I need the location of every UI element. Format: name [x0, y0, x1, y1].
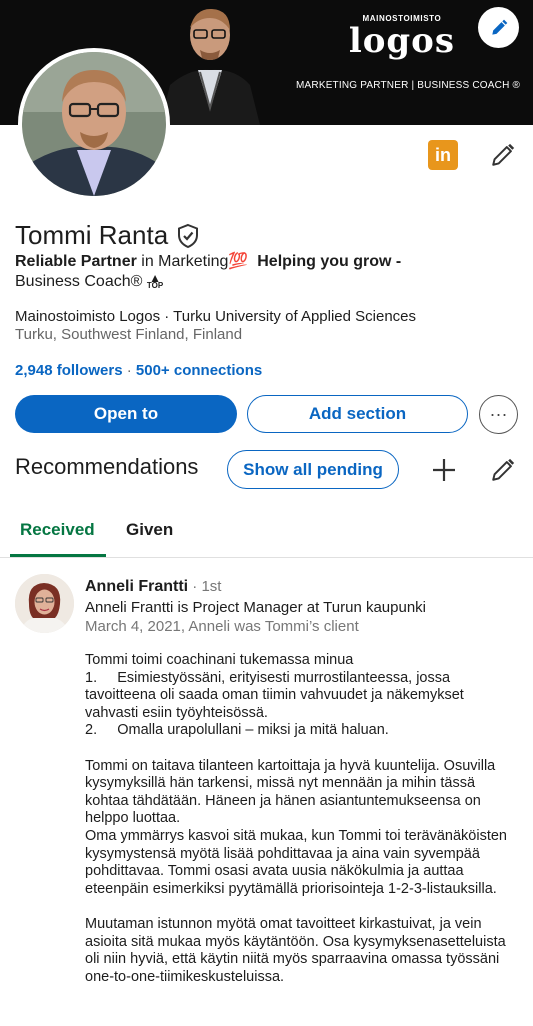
recommender-name[interactable]: Anneli Frantti: [85, 578, 188, 595]
recommender-photo: [15, 574, 74, 633]
plus-icon: [433, 459, 455, 481]
connections-link[interactable]: 500+ connections: [136, 362, 262, 379]
add-recommendation-button[interactable]: [430, 456, 458, 484]
recommender-name-row: Anneli Frantti · 1st: [85, 578, 221, 596]
recommendation-tabs: Received Given: [0, 508, 533, 558]
open-to-button[interactable]: Open to: [15, 395, 237, 433]
recommendations-title: Recommendations: [15, 454, 199, 479]
rec-paragraph: 1. Esimiestyössäni, erityisesti murrosti…: [85, 669, 464, 721]
profile-photo: [22, 52, 166, 196]
add-section-button[interactable]: Add section: [247, 395, 468, 433]
headline-bold-2: Helping you grow -: [257, 253, 402, 270]
show-pending-button[interactable]: Show all pending: [227, 450, 399, 489]
rec-paragraph: Tommi toimi coachinani tukemassa minua: [85, 652, 354, 668]
active-tab-indicator: [10, 554, 106, 557]
top-arrow-icon: ▲ TOP: [146, 270, 164, 290]
linkedin-icon[interactable]: in: [428, 140, 458, 170]
rec-paragraph: 2. Omalla urapolullani – miksi ja mitä h…: [85, 722, 389, 739]
tab-given[interactable]: Given: [126, 520, 173, 540]
profile-name: Tommi Ranta: [15, 220, 169, 250]
edit-banner-button[interactable]: [478, 7, 519, 48]
pencil-icon: [492, 458, 515, 481]
more-icon: ···: [489, 404, 508, 424]
top-glyph-text: TOP: [146, 280, 164, 290]
company-line[interactable]: Mainostoimisto Logos · Turku University …: [15, 308, 416, 325]
profile-stats: 2,948 followers · 500+ connections: [15, 362, 262, 379]
headline-bold-1: Reliable Partner: [15, 253, 137, 270]
tab-received[interactable]: Received: [20, 520, 95, 540]
brand-tagline: MARKETING PARTNER | BUSINESS COACH ®: [296, 80, 521, 91]
profile-avatar[interactable]: [18, 48, 170, 200]
brand-main: logos: [348, 21, 455, 61]
location: Turku, Southwest Finland, Finland: [15, 326, 243, 343]
headline-emoji: 💯: [228, 253, 249, 270]
headline-text-1: in Marketing: [136, 253, 229, 270]
verified-shield-icon[interactable]: [176, 223, 200, 249]
stats-separator: ·: [122, 362, 136, 379]
headline-text-2: Business Coach®: [15, 273, 143, 290]
recommendation-date: March 4, 2021, Anneli was Tommi’s client: [85, 618, 359, 635]
rec-paragraph: Oma ymmärrys kasvoi sitä mukaa, kun Tomm…: [85, 827, 507, 897]
recommendation-body: Tommi toimi coachinani tukemassa minua 1…: [85, 652, 520, 986]
linkedin-icon-text: in: [435, 144, 451, 165]
pencil-icon: [491, 19, 507, 35]
pencil-icon: [492, 143, 515, 166]
followers-link[interactable]: 2,948 followers: [15, 362, 123, 379]
connection-degree: · 1st: [188, 578, 222, 595]
recommender-role: Anneli Frantti is Project Manager at Tur…: [85, 599, 427, 616]
rec-paragraph: Tommi on taitava tilanteen kartoittaja j…: [85, 757, 496, 827]
more-button[interactable]: ···: [479, 395, 518, 434]
edit-recommendations-button[interactable]: [489, 456, 517, 484]
recommender-avatar[interactable]: [15, 574, 74, 633]
brand-logo: MAINOSTOIMISTO logos: [349, 14, 455, 59]
profile-headline: Reliable Partner in Marketing💯 Helping y…: [15, 252, 485, 292]
edit-profile-button[interactable]: [488, 140, 518, 170]
rec-paragraph: Muutaman istunnon myötä omat tavoitteet …: [85, 915, 506, 985]
name-row: Tommi Ranta: [15, 220, 200, 251]
